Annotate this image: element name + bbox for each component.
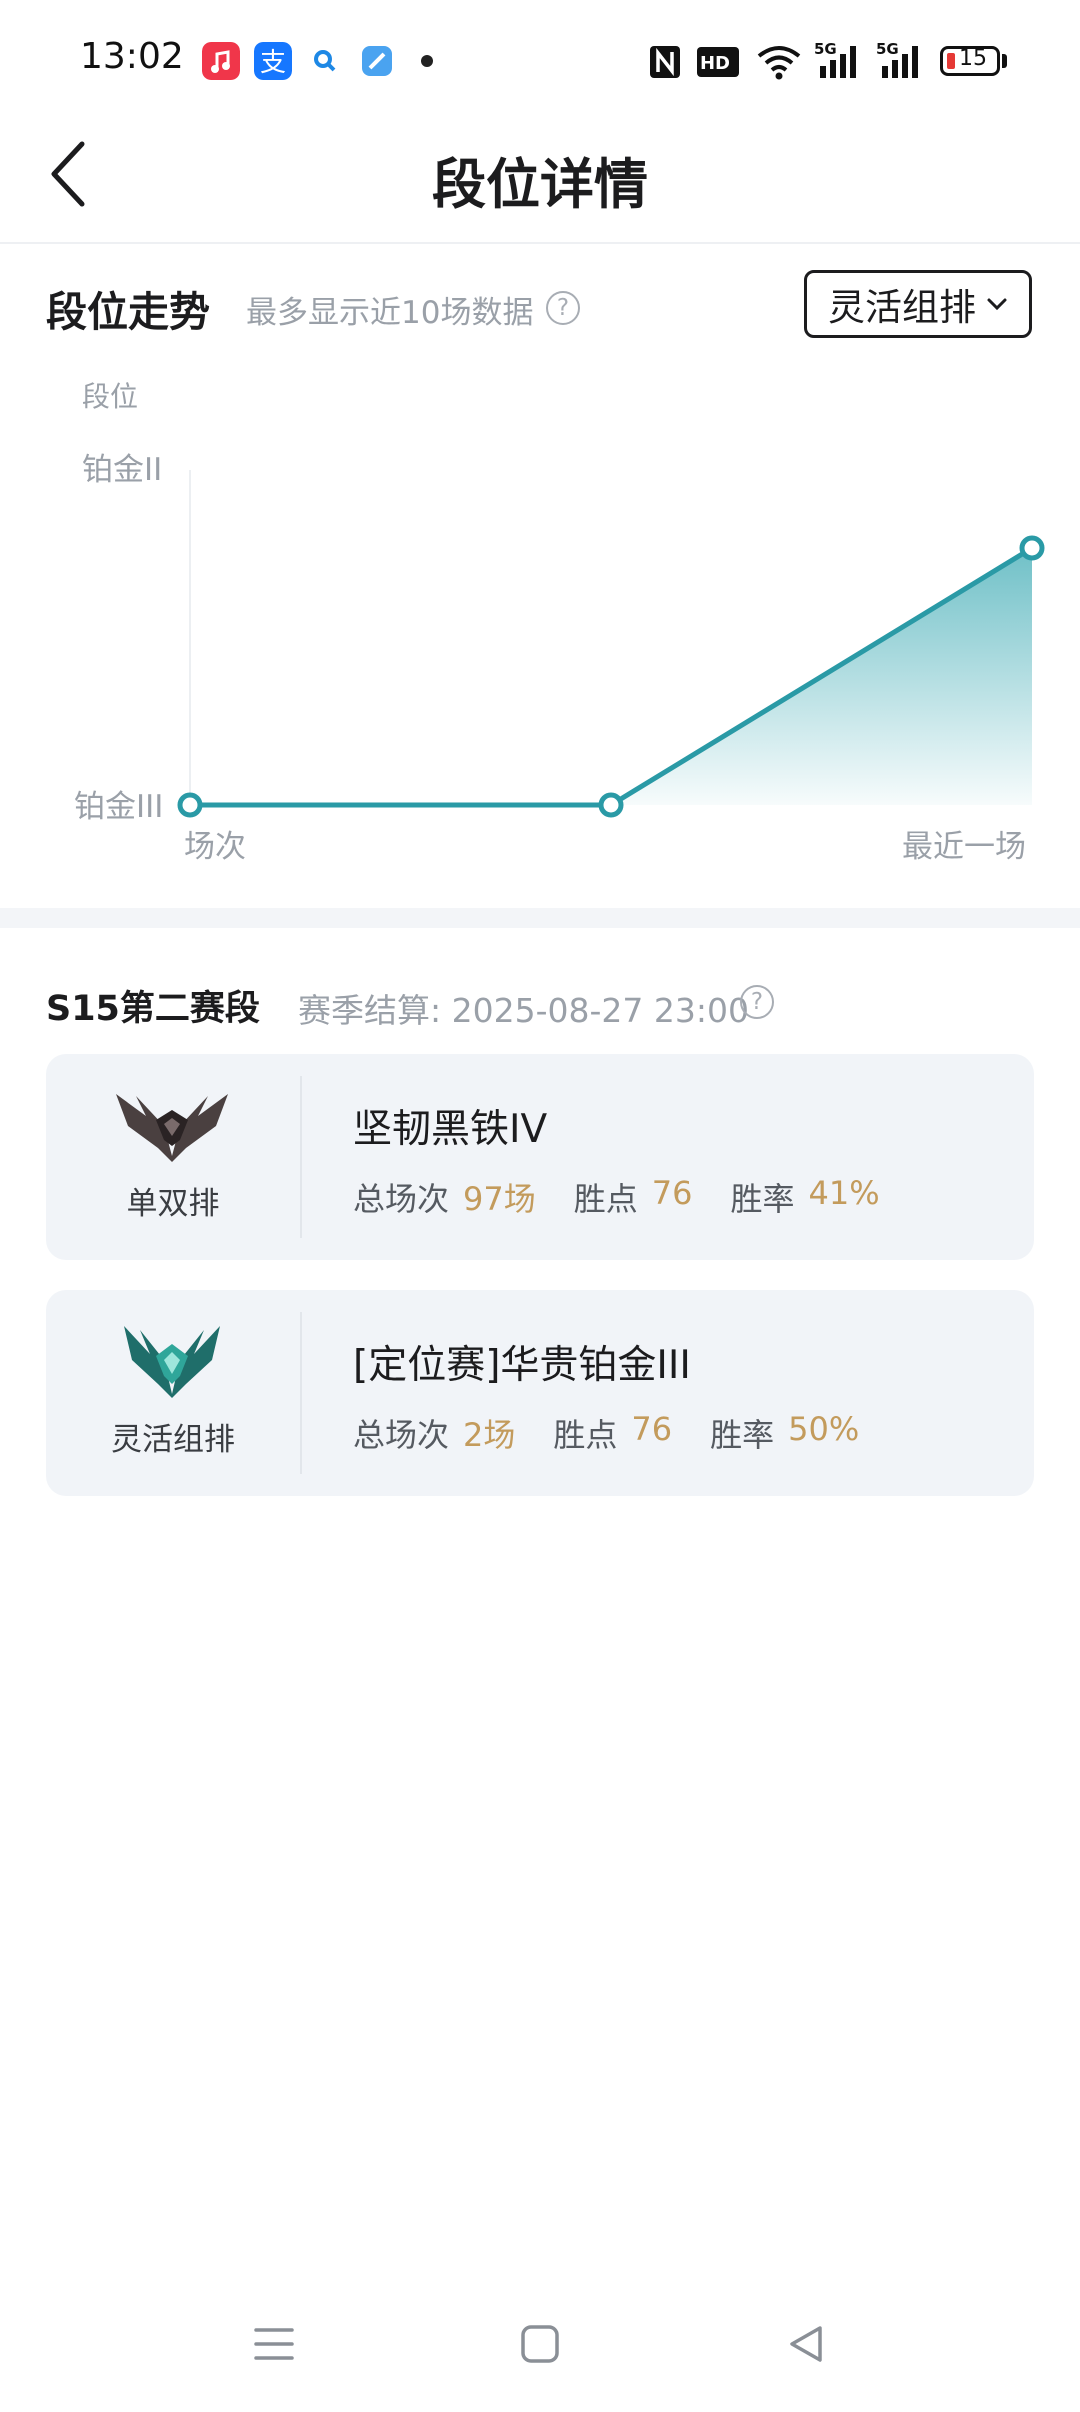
- browser-app-icon: [362, 46, 392, 76]
- status-time: 13:02: [80, 36, 184, 77]
- y-axis-label: 段位: [82, 380, 138, 413]
- help-icon[interactable]: ?: [740, 985, 774, 1019]
- wifi-icon: [757, 46, 801, 80]
- search-app-icon: [314, 50, 336, 72]
- season-title: S15第二赛段: [46, 989, 260, 1029]
- alipay-app-icon: 支: [254, 42, 292, 80]
- signal-5g-icon: 5G: [876, 40, 918, 78]
- lp-label: 胜点: [573, 1180, 638, 1218]
- platinum-emblem-icon: [124, 1326, 220, 1398]
- winrate-label: 胜率: [710, 1416, 775, 1454]
- back-triangle-icon[interactable]: [784, 2322, 828, 2366]
- lp-value: 76: [651, 1174, 693, 1212]
- winrate-label: 胜率: [730, 1180, 795, 1218]
- x-axis-end-label: 最近一场: [902, 829, 1026, 865]
- nfc-icon: [650, 46, 680, 78]
- rank-stats: 总场次 2场 胜点 76 胜率 50%: [353, 1410, 897, 1456]
- battery-level: 15: [959, 46, 987, 71]
- section-separator: [0, 908, 1080, 928]
- help-icon[interactable]: ?: [546, 291, 580, 325]
- trend-point: [598, 792, 624, 818]
- queue-label: 灵活组排: [111, 1422, 235, 1458]
- card-divider: [300, 1076, 302, 1238]
- hd-icon: HD: [697, 47, 739, 77]
- svg-text:5G: 5G: [876, 40, 899, 58]
- x-axis-label: 场次: [184, 829, 246, 865]
- trend-point: [177, 792, 203, 818]
- winrate-value: 50%: [788, 1410, 860, 1448]
- rank-stats: 总场次 97场 胜点 76 胜率 41%: [353, 1174, 918, 1220]
- battery-tip: [1002, 54, 1007, 68]
- trend-title: 段位走势: [46, 288, 210, 336]
- music-app-icon: [202, 42, 240, 80]
- y-tick-label: 铂金II: [82, 452, 162, 488]
- queue-mode-label: 灵活组排: [828, 286, 976, 329]
- y-tick-label: 铂金III: [74, 789, 163, 825]
- lp-value: 76: [631, 1410, 673, 1448]
- rank-trend-chart: 段位 铂金II 铂金III 场次 最近一场: [74, 380, 1045, 865]
- card-divider: [300, 1312, 302, 1474]
- home-icon[interactable]: [518, 2322, 562, 2366]
- rank-name: 坚韧黑铁IV: [353, 1107, 548, 1152]
- battery-icon: 15: [940, 46, 1000, 76]
- svg-text:HD: HD: [700, 53, 730, 74]
- rank-card-solo[interactable]: 单双排 坚韧黑铁IV 总场次 97场 胜点 76 胜率 41%: [46, 1054, 1034, 1260]
- rank-name: [定位赛]华贵铂金III: [353, 1343, 691, 1388]
- games-value: 2场: [463, 1416, 516, 1454]
- menu-icon[interactable]: [252, 2322, 296, 2366]
- games-label: 总场次: [353, 1416, 450, 1454]
- winrate-value: 41%: [808, 1174, 880, 1212]
- games-value: 97场: [463, 1180, 536, 1218]
- iron-emblem-icon: [116, 1094, 228, 1162]
- header-divider: [0, 242, 1080, 244]
- queue-mode-dropdown[interactable]: 灵活组排: [804, 270, 1032, 338]
- games-label: 总场次: [353, 1180, 450, 1218]
- svg-text:5G: 5G: [814, 40, 837, 58]
- trend-area: [190, 548, 1032, 805]
- signal-5g-icon: 5G: [814, 40, 856, 78]
- rank-card-flex[interactable]: 灵活组排 [定位赛]华贵铂金III 总场次 2场 胜点 76 胜率 50%: [46, 1290, 1034, 1496]
- season-settle-time: 赛季结算: 2025-08-27 23:00: [298, 991, 749, 1030]
- svg-text:支: 支: [260, 48, 286, 78]
- trend-point: [1019, 535, 1045, 561]
- queue-label: 单双排: [126, 1186, 220, 1222]
- chevron-down-icon: [987, 298, 1007, 311]
- trend-subtitle: 最多显示近10场数据: [246, 295, 534, 331]
- lp-label: 胜点: [553, 1416, 618, 1454]
- page-title: 段位详情: [432, 153, 648, 216]
- notification-dot: [421, 55, 433, 67]
